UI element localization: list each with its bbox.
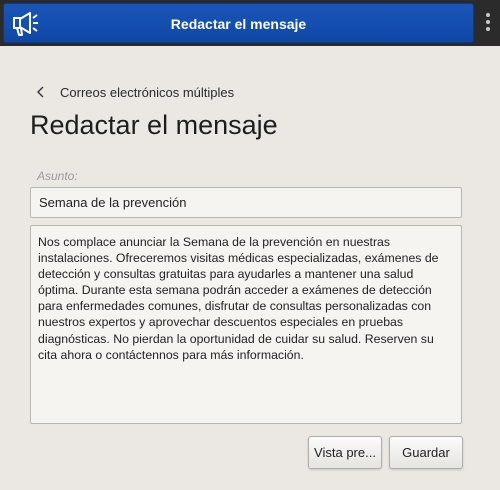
- preview-button[interactable]: Vista pre...: [308, 436, 382, 469]
- save-button[interactable]: Guardar: [389, 436, 463, 469]
- main-content: Correos electrónicos múltiples Redactar …: [0, 46, 500, 490]
- title-bar: Redactar el mensaje: [0, 0, 500, 46]
- page-title: Redactar el mensaje: [30, 110, 278, 140]
- more-vertical-icon[interactable]: [480, 13, 496, 33]
- subject-input[interactable]: [30, 187, 462, 218]
- chevron-left-icon: [37, 86, 44, 98]
- breadcrumb-label: Correos electrónicos múltiples: [60, 84, 235, 100]
- window-title: Redactar el mensaje: [170, 16, 307, 32]
- breadcrumb-back-link[interactable]: Correos electrónicos múltiples: [36, 82, 234, 102]
- subject-label: Asunto:: [37, 169, 78, 183]
- message-body-textarea[interactable]: Nos complace anunciar la Semana de la pr…: [30, 225, 462, 424]
- title-bar-main: Redactar el mensaje: [3, 3, 474, 43]
